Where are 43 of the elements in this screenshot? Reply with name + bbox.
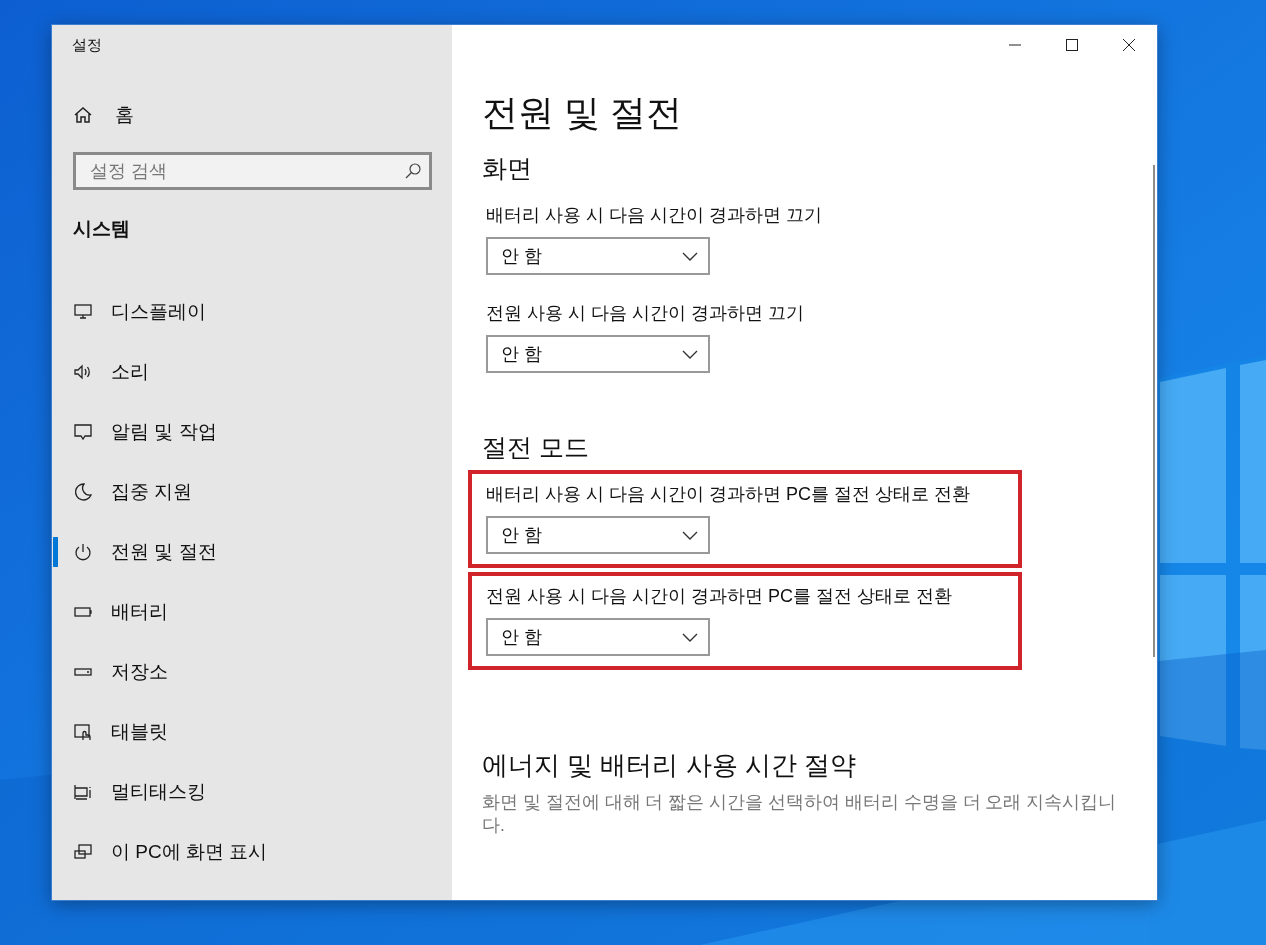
monitor-icon — [73, 302, 93, 322]
section-heading: 화면 — [482, 153, 533, 184]
description-text: 화면 및 절전에 대해 더 짧은 시간을 선택하여 배터리 수명을 더 오래 지속시킵니다. — [482, 791, 1118, 837]
sidebar-item[interactable]: 알림 및 작업 — [52, 402, 452, 462]
search-icon — [404, 162, 422, 180]
dropdown[interactable]: 안 함 — [486, 516, 710, 554]
sidebar-item[interactable]: 태블릿 — [52, 702, 452, 762]
home-icon — [73, 105, 93, 125]
window-title: 설정 — [72, 36, 103, 55]
power-icon — [73, 542, 93, 562]
section-heading: 시스템 — [73, 217, 131, 241]
close-icon — [1122, 39, 1135, 51]
sidebar-item[interactable]: 집중 지원 — [52, 462, 452, 522]
dropdown[interactable]: 안 함 — [486, 618, 710, 656]
tablet-touch-icon — [73, 722, 93, 742]
sidebar-item[interactable]: 저장소 — [52, 642, 452, 702]
dropdown[interactable]: 안 함 — [486, 335, 710, 373]
setting-label: 배터리 사용 시 다음 시간이 경과하면 끄기 — [486, 204, 823, 227]
multitask-icon — [73, 782, 93, 802]
chevron-icon — [682, 632, 698, 642]
section-heading: 에너지 및 배터리 사용 시간 절약 — [482, 749, 858, 782]
setting-label: 배터리 사용 시 다음 시간이 경과하면 PC를 절전 상태로 전환 — [486, 483, 971, 506]
dropdown[interactable]: 안 함 — [486, 237, 710, 275]
sidebar-item[interactable]: 멀티태스킹 — [52, 762, 452, 822]
speaker-icon — [73, 362, 93, 382]
speech-bubble-icon — [73, 422, 93, 442]
sidebar-item[interactable]: 이 PC에 화면 표시 — [52, 822, 452, 882]
scrollbar[interactable] — [1153, 165, 1155, 657]
page-title: 전원 및 절전 — [482, 91, 683, 135]
maximize-icon — [1065, 39, 1078, 51]
chevron-icon — [682, 251, 698, 261]
sidebar-item[interactable]: 배터리 — [52, 582, 452, 642]
setting-label: 전원 사용 시 다음 시간이 경과하면 PC를 절전 상태로 전환 — [486, 585, 953, 608]
search-field[interactable]: 설정 검색 — [73, 152, 432, 190]
sidebar-item[interactable]: 소리 — [52, 342, 452, 402]
chevron-icon — [682, 530, 698, 540]
chevron-icon — [682, 349, 698, 359]
section-heading: 절전 모드 — [482, 432, 590, 463]
moon-icon — [73, 482, 93, 502]
projector-icon — [73, 842, 93, 862]
home-link[interactable]: 홈 — [73, 102, 134, 128]
setting-label: 전원 사용 시 다음 시간이 경과하면 끄기 — [486, 302, 805, 325]
sidebar-item[interactable]: 디스플레이 — [52, 282, 452, 342]
